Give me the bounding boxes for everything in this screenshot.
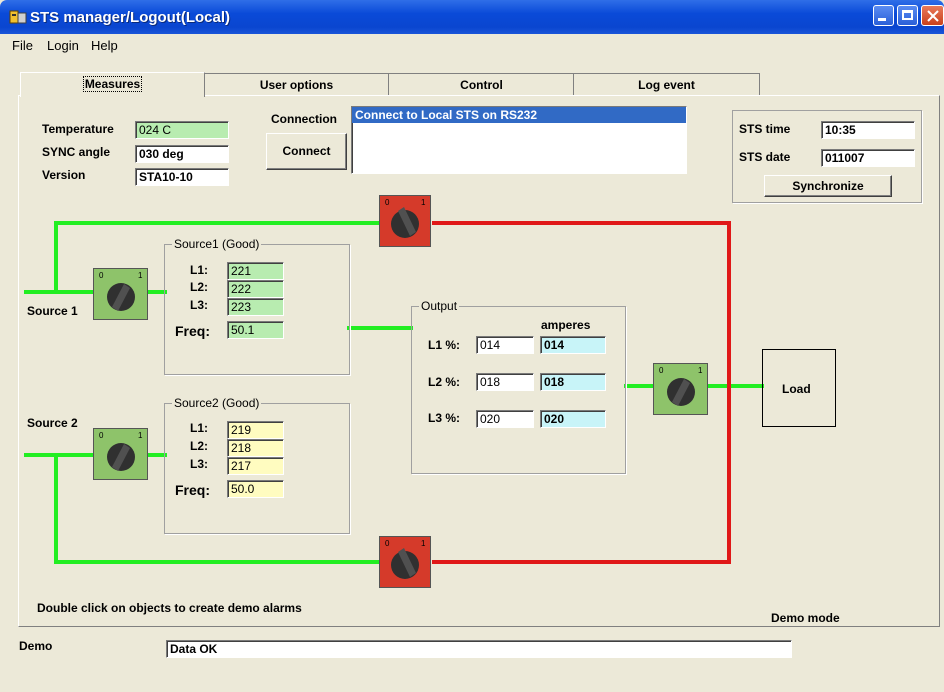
- status-bar: Demo Data OK: [0, 636, 944, 692]
- svg-text:1: 1: [421, 539, 426, 548]
- source2-l3-label: L3:: [190, 457, 208, 471]
- source1-l3-field: 223: [227, 298, 284, 316]
- source1-l1-label: L1:: [190, 263, 208, 277]
- load-label: Load: [782, 382, 811, 396]
- source1-l2-field: 222: [227, 280, 284, 298]
- source1-l3-label: L3:: [190, 298, 208, 312]
- source2-l1-label: L1:: [190, 421, 208, 435]
- source1-freq-label: Freq:: [175, 323, 210, 339]
- tab-measures-label: Measures: [82, 76, 143, 92]
- svg-text:1: 1: [138, 271, 143, 280]
- output-l1-label: L1 %:: [428, 338, 461, 352]
- output-l2-pct-field: 018: [476, 373, 534, 391]
- output-l3-pct-field: 020: [476, 410, 534, 428]
- svg-text:1: 1: [138, 431, 143, 440]
- tab-measures[interactable]: Measures: [20, 72, 205, 97]
- demo-hint: Double click on objects to create demo a…: [37, 601, 302, 615]
- output-group-title: Output: [419, 299, 460, 313]
- switch-knob-icon: 0 1: [659, 366, 703, 406]
- svg-text:0: 0: [385, 539, 390, 548]
- output-l3-amp-field: 020: [540, 410, 606, 428]
- bypass-switch-top[interactable]: 0 1: [379, 195, 431, 247]
- source2-l1-field: 219: [227, 421, 284, 439]
- svg-text:0: 0: [99, 431, 104, 440]
- output-l2-amp-field: 018: [540, 373, 606, 391]
- svg-text:0: 0: [385, 198, 390, 207]
- source2-label[interactable]: Source 2: [27, 416, 78, 430]
- source2-l3-field: 217: [227, 457, 284, 475]
- status-label: Demo: [19, 639, 53, 653]
- source1-label[interactable]: Source 1: [27, 304, 78, 318]
- source2-l2-field: 218: [227, 439, 284, 457]
- source2-l2-label: L2:: [190, 439, 208, 453]
- switch-knob-icon: 0 1: [99, 431, 143, 471]
- svg-text:1: 1: [698, 366, 703, 375]
- demo-mode-label: Demo mode: [771, 611, 840, 625]
- source1-freq-field: 50.1: [227, 321, 284, 339]
- output-l1-amp-field: 014: [540, 336, 606, 354]
- switch-knob-icon: 0 1: [385, 539, 426, 579]
- svg-text:0: 0: [99, 271, 104, 280]
- source1-switch[interactable]: 0 1: [93, 268, 148, 320]
- source1-l1-field: 221: [227, 262, 284, 280]
- bypass-switch-bottom[interactable]: 0 1: [379, 536, 431, 588]
- source2-freq-field: 50.0: [227, 480, 284, 498]
- load-box[interactable]: Load: [762, 349, 836, 427]
- source1-l2-label: L2:: [190, 280, 208, 294]
- source2-switch[interactable]: 0 1: [93, 428, 148, 480]
- amperes-label: amperes: [541, 318, 591, 332]
- output-l3-label: L3 %:: [428, 411, 461, 425]
- switch-knob-icon: 0 1: [99, 271, 143, 311]
- output-l2-label: L2 %:: [428, 375, 461, 389]
- source2-freq-label: Freq:: [175, 482, 210, 498]
- switch-knob-icon: 0 1: [385, 198, 426, 238]
- svg-text:1: 1: [421, 198, 426, 207]
- source1-group-title: Source1 (Good): [172, 237, 262, 251]
- output-l1-pct-field: 014: [476, 336, 534, 354]
- status-message-field: Data OK: [166, 640, 792, 658]
- svg-text:0: 0: [659, 366, 664, 375]
- output-switch[interactable]: 0 1: [653, 363, 708, 415]
- source2-group-title: Source2 (Good): [172, 396, 262, 410]
